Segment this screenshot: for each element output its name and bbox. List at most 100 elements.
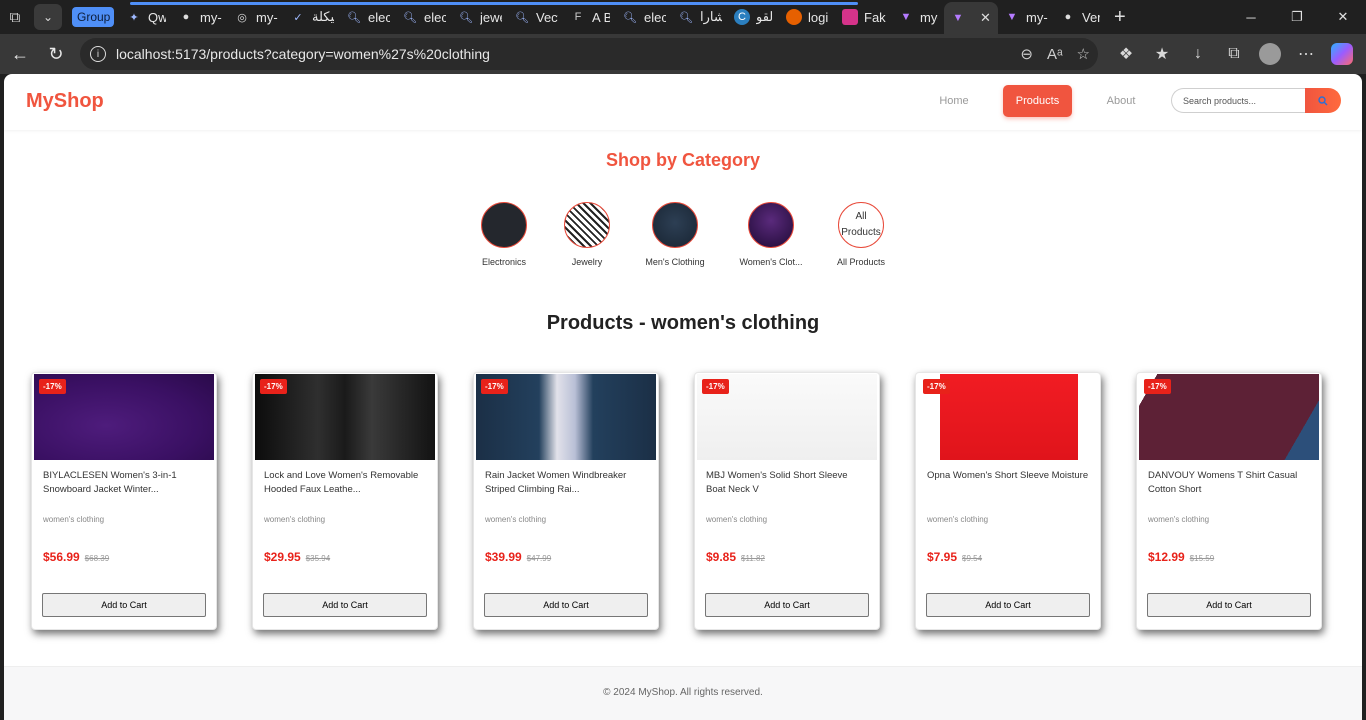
- restore-icon[interactable]: ❐: [1274, 0, 1320, 34]
- nav-home[interactable]: Home: [919, 85, 989, 117]
- product-name[interactable]: Opna Women's Short Sleeve Moisture: [916, 469, 1100, 497]
- product-card[interactable]: -17% BIYLACLESEN Women's 3-in-1 Snowboar…: [31, 372, 217, 630]
- category-womens-clothing[interactable]: Women's Clot...: [731, 202, 811, 267]
- tab[interactable]: ▼ my-: [998, 3, 1054, 31]
- downloads-icon[interactable]: ↓: [1180, 36, 1216, 72]
- product-image[interactable]: -17%: [255, 374, 435, 460]
- category-image: [652, 202, 698, 248]
- product-name[interactable]: Rain Jacket Women Windbreaker Striped Cl…: [474, 469, 658, 497]
- discount-badge: -17%: [702, 379, 729, 394]
- qwen-icon: ✦: [129, 11, 139, 24]
- product-category: women's clothing: [706, 515, 768, 524]
- product-price: $56.99: [43, 550, 80, 564]
- category-all-products[interactable]: All Products All Products: [821, 202, 901, 267]
- search-icon: 🔍︎: [679, 11, 693, 24]
- refresh-icon[interactable]: ↻: [38, 36, 74, 72]
- product-name[interactable]: BIYLACLESEN Women's 3-in-1 Snowboard Jac…: [32, 469, 216, 497]
- close-window-icon[interactable]: ✕: [1320, 0, 1366, 34]
- tab[interactable]: 🔍︎ elec: [396, 3, 452, 31]
- address-bar[interactable]: i localhost:5173/products?category=women…: [80, 38, 1098, 70]
- tab[interactable]: ✓ هيكلة: [284, 3, 340, 31]
- tab[interactable]: ◎ my-: [228, 3, 284, 31]
- product-image[interactable]: -17%: [697, 374, 877, 460]
- minimize-icon[interactable]: ─: [1228, 0, 1274, 34]
- category-section-title: Shop by Category: [605, 150, 761, 170]
- add-to-cart-button[interactable]: Add to Cart: [705, 593, 869, 617]
- tab[interactable]: logi: [780, 3, 836, 31]
- read-aloud-icon[interactable]: Aᵃ: [1047, 46, 1063, 63]
- tab[interactable]: 🔍︎ elec: [616, 3, 672, 31]
- footer-copyright: © 2024 MyShop. All rights reserved.: [603, 687, 763, 698]
- product-name[interactable]: DANVOUY Womens T Shirt Casual Cotton Sho…: [1137, 469, 1321, 497]
- back-icon[interactable]: ←: [2, 36, 38, 72]
- product-name[interactable]: Lock and Love Women's Removable Hooded F…: [253, 469, 437, 497]
- url-text[interactable]: localhost:5173/products?category=women%2…: [116, 46, 490, 62]
- copilot-icon[interactable]: [1331, 43, 1353, 65]
- tab[interactable]: 🔍︎ jewe: [452, 3, 508, 31]
- more-icon[interactable]: ⋯: [1288, 36, 1324, 72]
- profile-avatar[interactable]: [1259, 43, 1281, 65]
- product-category: women's clothing: [264, 515, 326, 524]
- tab[interactable]: Fake: [836, 3, 892, 31]
- site-logo[interactable]: MyShop: [26, 90, 104, 113]
- price-row: $12.99 $15.59: [1137, 550, 1321, 564]
- product-card[interactable]: -17% MBJ Women's Solid Short Sleeve Boat…: [694, 372, 880, 630]
- product-name[interactable]: MBJ Women's Solid Short Sleeve Boat Neck…: [695, 469, 879, 497]
- product-image[interactable]: -17%: [34, 374, 214, 460]
- product-card[interactable]: -17% Lock and Love Women's Removable Hoo…: [252, 372, 438, 630]
- tab[interactable]: ● Verif: [1054, 3, 1106, 31]
- favorites-icon[interactable]: ★: [1144, 36, 1180, 72]
- search-icon: 🔍︎: [347, 11, 361, 24]
- price-row: $29.95 $35.94: [253, 550, 437, 564]
- tab-title: A Br: [592, 9, 610, 25]
- new-tab-icon[interactable]: +: [1114, 6, 1126, 29]
- nav-about[interactable]: About: [1086, 85, 1156, 117]
- close-tab-icon[interactable]: ✕: [980, 10, 991, 26]
- tab-group-chip[interactable]: Group: [72, 7, 114, 27]
- product-image[interactable]: -17%: [1139, 374, 1319, 460]
- tab-title: jewe: [480, 9, 502, 25]
- add-to-cart-button[interactable]: Add to Cart: [1147, 593, 1311, 617]
- price-row: $7.95 $9.54: [916, 550, 1100, 564]
- browser-actions: ❖ ★ ↓ ⧉ ⋯: [1108, 34, 1360, 74]
- nav-products[interactable]: Products: [1003, 85, 1072, 117]
- tab-active[interactable]: ▼ ✕: [944, 2, 998, 34]
- tab[interactable]: 🔍︎ Vect: [508, 3, 564, 31]
- tab[interactable]: F A Br: [564, 3, 616, 31]
- add-to-cart-button[interactable]: Add to Cart: [484, 593, 648, 617]
- zoom-icon[interactable]: ⊖: [1020, 45, 1033, 63]
- firefox-icon: [786, 9, 802, 25]
- tab[interactable]: ✦ Qwe: [120, 3, 172, 31]
- vite-icon: ▼: [900, 11, 912, 23]
- category-jewelry[interactable]: Jewelry: [547, 202, 627, 267]
- tab[interactable]: 🔍︎ شارا: [672, 3, 728, 31]
- tab[interactable]: C القو: [728, 3, 780, 31]
- tab-title: elec: [368, 9, 390, 25]
- collections-icon[interactable]: ⧉: [1216, 36, 1252, 72]
- tab[interactable]: ● my-: [172, 3, 228, 31]
- product-image[interactable]: -17%: [918, 374, 1098, 460]
- workspaces-icon[interactable]: ⧉: [0, 2, 30, 32]
- discount-badge: -17%: [260, 379, 287, 394]
- add-to-cart-button[interactable]: Add to Cart: [926, 593, 1090, 617]
- search-input[interactable]: [1171, 88, 1305, 113]
- price-row: $56.99 $68.39: [32, 550, 216, 564]
- category-mens-clothing[interactable]: Men's Clothing: [635, 202, 715, 267]
- product-card[interactable]: -17% DANVOUY Womens T Shirt Casual Cotto…: [1136, 372, 1322, 630]
- tab[interactable]: 🔍︎ elec: [340, 3, 396, 31]
- search-button[interactable]: [1305, 88, 1341, 113]
- web-page: MyShop Home Products About Shop by Categ…: [4, 74, 1362, 720]
- search-icon: 🔍︎: [623, 11, 637, 24]
- site-info-icon[interactable]: i: [90, 46, 106, 62]
- add-to-cart-button[interactable]: Add to Cart: [42, 593, 206, 617]
- product-card[interactable]: -17% Rain Jacket Women Windbreaker Strip…: [473, 372, 659, 630]
- favorite-star-icon[interactable]: ☆: [1077, 45, 1090, 63]
- vite-icon: ▼: [1006, 11, 1018, 23]
- add-to-cart-button[interactable]: Add to Cart: [263, 593, 427, 617]
- category-electronics[interactable]: Electronics: [464, 202, 544, 267]
- product-image[interactable]: -17%: [476, 374, 656, 460]
- tab-actions-chevron-icon[interactable]: ⌄: [34, 4, 62, 30]
- extensions-icon[interactable]: ❖: [1108, 36, 1144, 72]
- tab[interactable]: ▼ my-: [892, 3, 944, 31]
- product-card[interactable]: -17% Opna Women's Short Sleeve Moisture …: [915, 372, 1101, 630]
